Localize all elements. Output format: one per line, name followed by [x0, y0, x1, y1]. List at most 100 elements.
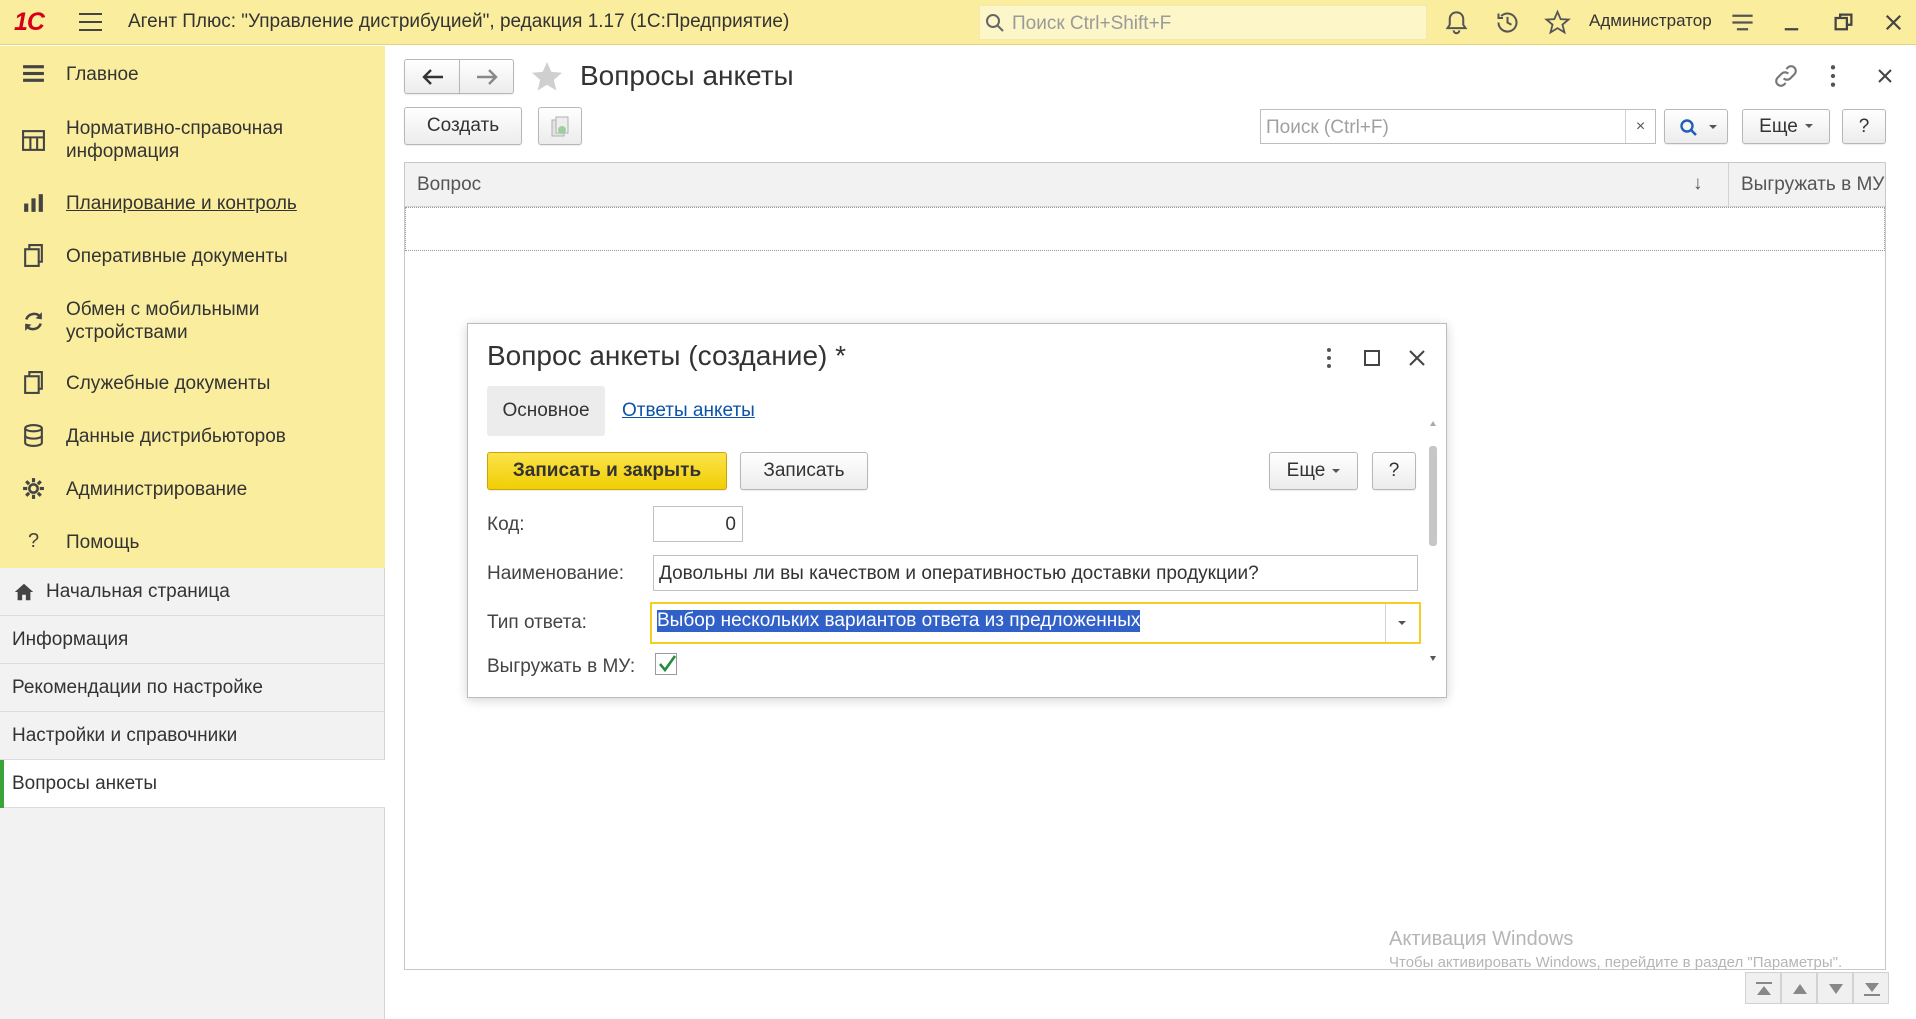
section-service-docs[interactable]: Служебные документы [0, 368, 385, 398]
dialog-scrollbar[interactable] [1428, 420, 1438, 690]
nav-label: Настройки и справочники [12, 725, 238, 746]
search-icon [1680, 119, 1697, 136]
nav-setup-recommendations[interactable]: Рекомендации по настройке [0, 664, 385, 712]
scroll-to-bottom-button[interactable] [1853, 972, 1889, 1004]
page-title: Вопросы анкеты [580, 60, 794, 91]
scroll-bottom-icon [1864, 983, 1880, 996]
more-actions-icon[interactable] [1324, 346, 1334, 370]
table-row[interactable] [405, 207, 1885, 251]
bell-icon[interactable] [1443, 9, 1470, 36]
checkmark-icon [659, 655, 677, 673]
survey-question-dialog: Вопрос анкеты (создание) * Основное Отве… [467, 323, 1447, 698]
tab-main[interactable]: Основное [487, 386, 605, 436]
export-checkbox[interactable] [655, 653, 677, 675]
current-user[interactable]: Администратор [1589, 11, 1712, 31]
documents-icon [24, 371, 43, 394]
nav-label: Рекомендации по настройке [12, 677, 263, 698]
home-icon [14, 583, 34, 601]
search-options-button[interactable] [1664, 109, 1728, 144]
answer-type-value: Выбор нескольких вариантов ответа из пре… [657, 610, 1141, 632]
help-button-label: ? [1858, 115, 1870, 137]
sidebar: Главное Нормативно-справочная информация… [0, 46, 385, 1019]
dialog-help-button[interactable]: ? [1372, 452, 1416, 490]
section-label: Главное [66, 64, 139, 85]
column-header-export[interactable]: Выгружать в МУ [1741, 174, 1884, 196]
scroll-up-button[interactable] [1781, 972, 1817, 1004]
list-search-placeholder: Поиск (Ctrl+F) [1266, 117, 1389, 138]
close-icon[interactable] [1875, 66, 1895, 86]
answer-type-select[interactable]: Выбор нескольких вариантов ответа из пре… [650, 602, 1421, 644]
nav-settings-and-catalogs[interactable]: Настройки и справочники [0, 712, 385, 760]
maximize-icon[interactable] [1362, 348, 1382, 368]
title-bar: 1С Агент Плюс: "Управление дистрибуцией"… [0, 0, 1916, 45]
help-button[interactable]: ? [1842, 109, 1886, 144]
list-search-input[interactable]: Поиск (Ctrl+F) × [1260, 109, 1656, 144]
section-main[interactable]: Главное [0, 59, 385, 89]
scrollbar-thumb[interactable] [1429, 446, 1437, 546]
back-button[interactable] [404, 59, 460, 94]
name-field[interactable]: Довольны ли вы качеством и оперативность… [653, 555, 1418, 591]
more-actions-icon[interactable] [1827, 63, 1839, 89]
search-clear-button[interactable]: × [1625, 110, 1655, 143]
section-administration[interactable]: Администрирование [0, 474, 385, 504]
code-label: Код: [487, 514, 525, 535]
section-planning[interactable]: Планирование и контроль [0, 188, 385, 218]
table-header: Вопрос ↓ Выгружать в МУ [405, 163, 1885, 207]
minimize-icon[interactable] [1778, 9, 1805, 36]
section-label: Нормативно-справочная информация [66, 118, 284, 162]
section-label: Служебные документы [66, 373, 271, 394]
menu-lines-icon [23, 65, 44, 82]
settings-lines-icon[interactable] [1729, 9, 1756, 36]
section-distributor-data[interactable]: Данные дистрибьюторов [0, 421, 385, 451]
database-icon [24, 424, 43, 447]
link-icon[interactable] [1772, 62, 1800, 90]
code-field[interactable]: 0 [653, 506, 743, 542]
nav-information[interactable]: Информация [0, 616, 385, 664]
scroll-down-button[interactable] [1817, 972, 1853, 1004]
section-reference-info[interactable]: Нормативно-справочная информация [0, 114, 385, 166]
close-window-icon[interactable] [1880, 9, 1907, 36]
export-label: Выгружать в МУ: [487, 656, 636, 677]
name-value: Довольны ли вы качеством и оперативность… [659, 563, 1259, 584]
save-button[interactable]: Записать [740, 452, 868, 490]
windows-activation-title: Активация Windows [1389, 928, 1574, 950]
section-label: Планирование и контроль [66, 193, 297, 214]
main-menu-icon[interactable] [79, 13, 102, 32]
section-help[interactable]: ? Помощь [0, 527, 385, 557]
dialog-more-button[interactable]: Еще [1269, 452, 1358, 490]
arrow-left-icon [422, 69, 443, 85]
save-label: Записать [763, 460, 845, 481]
windows-activation-text: Чтобы активировать Windows, перейдите в … [1389, 954, 1843, 971]
scroll-to-top-button[interactable] [1745, 972, 1781, 1004]
answer-type-dropdown-button[interactable] [1385, 604, 1419, 642]
close-icon[interactable] [1407, 348, 1427, 368]
answer-type-label: Тип ответа: [487, 612, 587, 633]
more-button[interactable]: Еще [1742, 109, 1830, 144]
favorite-star-icon[interactable] [529, 59, 565, 95]
more-button-label: Еще [1759, 115, 1798, 137]
sync-icon [25, 312, 42, 331]
column-header-question[interactable]: Вопрос [417, 174, 481, 196]
restore-window-icon[interactable] [1830, 9, 1857, 36]
save-and-close-button[interactable]: Записать и закрыть [487, 452, 727, 490]
section-operational-docs[interactable]: Оперативные документы [0, 241, 385, 271]
question-icon: ? [27, 530, 40, 552]
create-button[interactable]: Создать [404, 107, 522, 145]
arrow-right-icon [477, 69, 498, 85]
tab-survey-answers[interactable]: Ответы анкеты [622, 400, 755, 422]
forward-button[interactable] [459, 59, 514, 94]
section-mobile-exchange[interactable]: Обмен с мобильными устройствами [0, 295, 385, 347]
gear-icon [23, 478, 44, 499]
section-panel: Главное Нормативно-справочная информация… [0, 46, 385, 568]
global-search-placeholder: Поиск Ctrl+Shift+F [1012, 13, 1172, 34]
nav-home-page[interactable]: Начальная страница [0, 568, 385, 616]
section-label: Оперативные документы [66, 246, 288, 267]
history-icon[interactable] [1494, 9, 1521, 36]
nav-survey-questions[interactable]: Вопросы анкеты [0, 760, 385, 808]
scroll-up-icon [1430, 421, 1436, 426]
scroll-up-icon [1793, 984, 1807, 994]
scroll-down-icon [1829, 984, 1843, 994]
global-search-input[interactable]: Поиск Ctrl+Shift+F [979, 5, 1427, 40]
copy-button[interactable] [538, 107, 582, 145]
favorites-star-icon[interactable] [1544, 9, 1571, 36]
